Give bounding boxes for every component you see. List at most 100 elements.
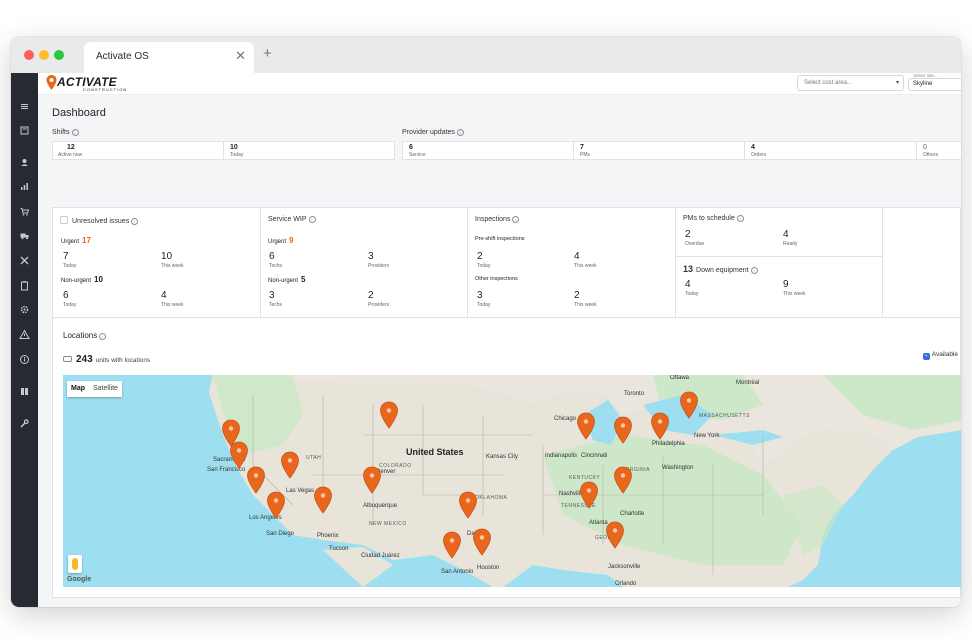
close-window-button[interactable] [24,50,34,60]
down-equipment-title: 13 Down equipment i [683,264,758,274]
map-label: Albuquerque [363,503,398,509]
warning-icon[interactable] [19,329,30,340]
location-pin[interactable] [679,391,699,419]
map-tab[interactable]: Map [67,381,89,396]
info-icon[interactable]: i [456,129,464,136]
metric: 3 Providers [368,251,390,269]
truck-icon[interactable] [19,230,30,241]
shifts-active-label: Active now [58,152,83,158]
book-icon[interactable] [19,386,30,397]
main-content: Dashboard Shifts i 12 Active now 10 Today… [38,95,961,607]
service-wip-card[interactable]: Service WIP i Urgent 9 6 Techs 3 Providers N… [261,208,468,317]
provider-service-label: Service [409,152,426,158]
location-pin[interactable] [362,466,382,494]
shifts-active-now[interactable]: 12 Active now [53,142,224,159]
map-label: Tucson [329,546,349,552]
unresolved-issues-card[interactable]: Unresolved issues i Urgent 17 7 Today 10 Thi… [53,208,261,317]
tools-icon[interactable] [19,255,30,266]
new-tab-button[interactable]: + [263,45,272,62]
provider-service[interactable]: 6 Service [403,142,574,159]
location-pin[interactable] [579,481,599,509]
provider-updates-section: Provider updates i [402,129,464,136]
map-label: San Diego [266,531,295,537]
location-pin[interactable] [650,412,670,440]
info-icon[interactable]: i [99,333,107,340]
inspections-card[interactable]: Inspections i Pre-shift inspections 2 Toda… [468,208,676,317]
location-pin[interactable] [472,528,492,556]
service-wip-title: Service WIP i [268,216,316,223]
map-label: UTAH [306,455,322,461]
available-legend[interactable]: ▪ Available [922,351,958,360]
map-type-toggle[interactable]: Map Satellite [67,381,122,397]
cost-area-select[interactable]: Select cost area... ▾ [797,75,904,91]
provider-service-value: 6 [409,144,413,151]
metric: 9 This week [783,279,806,297]
map-label: Phoenix [317,533,339,539]
location-pin[interactable] [313,486,333,514]
map-label: Charlotte [620,511,645,517]
map-label: Las Vegas [286,488,315,494]
info-icon[interactable]: i [750,267,758,274]
cart-icon[interactable] [19,206,30,217]
location-pin[interactable] [229,441,249,469]
site-select[interactable]: Skyline [908,78,961,91]
menu-icon[interactable] [19,101,30,112]
user-icon[interactable] [19,157,30,168]
activate-logo[interactable]: ACTIVATE CONSTRUCTION [46,75,130,93]
location-pin[interactable] [458,491,478,519]
map-label: Indianapolis [545,453,578,459]
street-view-pegman[interactable] [68,555,82,573]
info-icon[interactable]: i [736,215,744,222]
provider-others[interactable]: 0 Others [917,142,961,159]
location-pin[interactable] [280,451,300,479]
provider-updates-strip: 6 Service 7 PMs 4 Orders 0 Others [402,141,961,160]
pms-to-schedule-card[interactable]: PMs to schedule i 2 Overdue 4 Ready [676,208,883,257]
map-label: Orlando [615,581,637,587]
provider-pms[interactable]: 7 PMs [574,142,745,159]
minimize-window-button[interactable] [39,50,49,60]
urgent-label: Urgent 17 [61,236,91,245]
pms-title: PMs to schedule i [683,215,744,222]
shifts-label: Shifts [52,129,70,136]
location-pin[interactable] [613,416,633,444]
metric: 4 Today [685,279,699,297]
vehicle-icon [63,356,72,362]
metric: 4 This week [161,290,184,308]
preshift-label: Pre-shift inspections [475,236,525,242]
locations-map[interactable]: Map Satellite Ottawa Montréal Toronto Chi… [63,375,961,587]
wrench-icon[interactable] [19,418,30,429]
shifts-today[interactable]: 10 Today [224,142,396,159]
close-icon[interactable]: ✕ [235,48,246,64]
shifts-strip: 12 Active now 10 Today [52,141,395,160]
map-label: Houston [477,565,500,571]
clipboard-icon[interactable] [19,280,30,291]
provider-orders[interactable]: 4 Orders [745,142,917,159]
metric: 4 Ready [783,229,798,247]
select-checkbox[interactable] [60,216,68,224]
info-icon[interactable]: i [71,129,79,136]
cost-area-placeholder: Select cost area... [804,80,853,86]
location-pin[interactable] [605,521,625,549]
inspections-title: Inspections i [475,216,520,223]
other-label: Other inspections [475,276,518,282]
gear-icon[interactable] [19,304,30,315]
satellite-tab[interactable]: Satellite [89,381,122,396]
location-pin[interactable] [613,466,633,494]
browser-tab[interactable]: Activate OS ✕ [84,42,254,73]
provider-orders-value: 4 [751,144,755,151]
metric: 10 This week [161,251,184,269]
info-icon[interactable]: i [131,218,139,225]
location-pin[interactable] [246,466,266,494]
urgent-label: Urgent 9 [268,236,294,245]
location-pin[interactable] [266,491,286,519]
down-equipment-card[interactable]: 13 Down equipment i 4 Today 9 This week [676,257,883,317]
maximize-window-button[interactable] [54,50,64,60]
location-pin[interactable] [576,412,596,440]
location-pin[interactable] [442,531,462,559]
info-icon[interactable] [19,354,30,365]
info-icon[interactable]: i [308,216,316,223]
dashboard-icon[interactable] [19,125,30,136]
location-pin[interactable] [379,401,399,429]
chart-icon[interactable] [19,181,30,192]
info-icon[interactable]: i [512,216,520,223]
